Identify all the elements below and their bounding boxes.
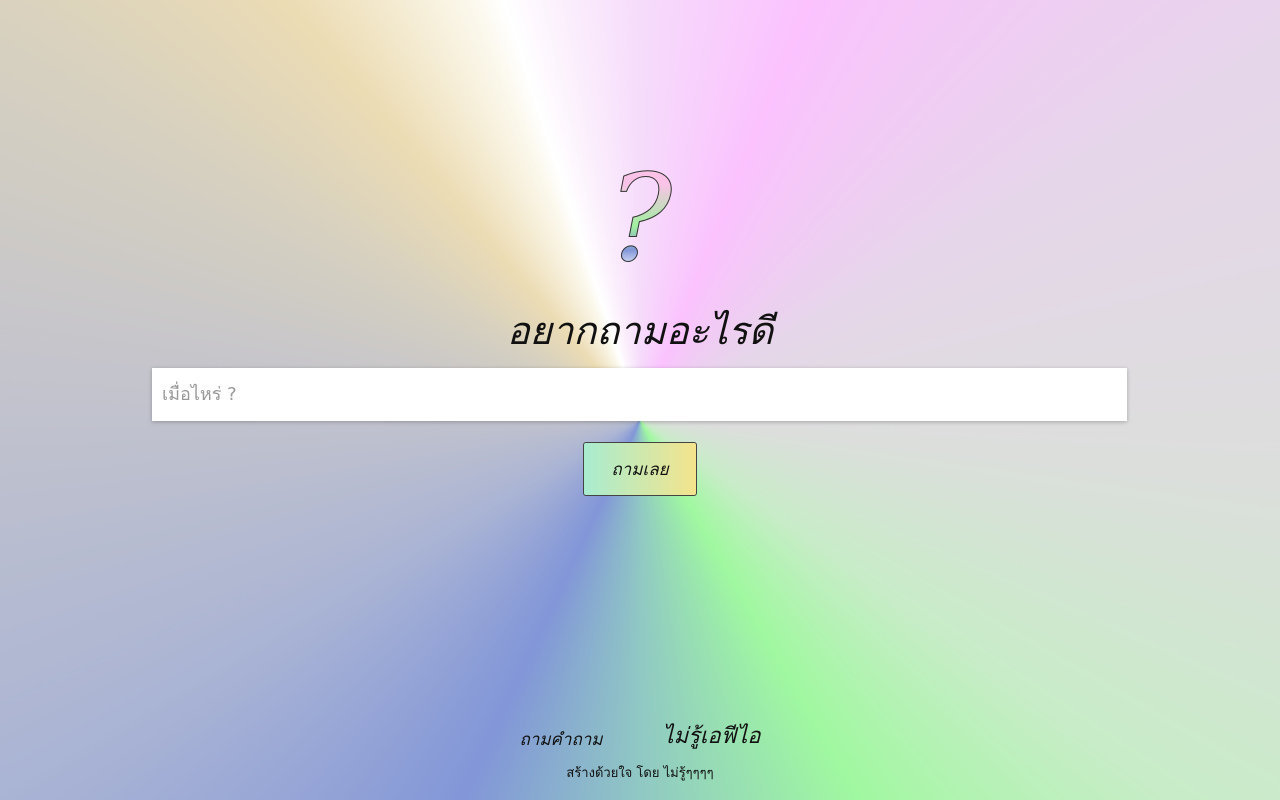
footer-credit: สร้างด้วยใจ โดย ไม่รู้ๆๆๆๆ xyxy=(566,766,714,781)
ask-button[interactable]: ถามเลย xyxy=(583,442,697,496)
page-title: อยากถามอะไรดี xyxy=(506,309,774,353)
footer-nav: ถามคำถาม ไม่รู้เอฟีไอ xyxy=(0,718,1280,753)
question-input[interactable] xyxy=(152,368,1127,421)
ask-question-link[interactable]: ถามคำถาม xyxy=(520,726,603,753)
api-link[interactable]: ไม่รู้เอฟีไอ xyxy=(663,718,761,753)
question-mark-icon: ? xyxy=(0,159,1280,280)
